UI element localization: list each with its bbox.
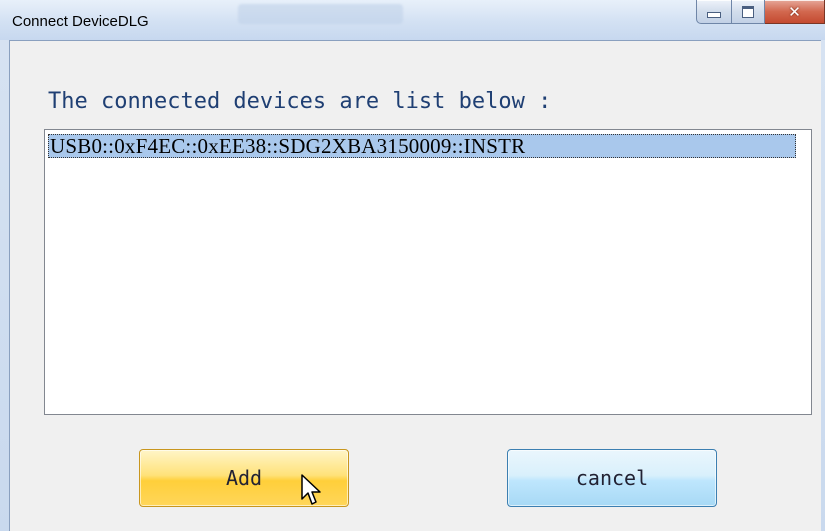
close-icon: ✕ (788, 2, 801, 21)
connect-device-dialog: Connect DeviceDLG ✕ The connected device… (0, 0, 825, 531)
close-button[interactable]: ✕ (765, 0, 825, 24)
background-window-ghost (238, 4, 403, 24)
maximize-button[interactable] (732, 0, 765, 24)
window-controls: ✕ (696, 0, 825, 28)
title-bar[interactable]: Connect DeviceDLG ✕ (0, 0, 825, 40)
devices-prompt-label: The connected devices are list below : (48, 89, 552, 114)
device-listbox[interactable]: USB0::0xF4EC::0xEE38::SDG2XBA3150009::IN… (44, 129, 812, 415)
minimize-icon (707, 11, 721, 18)
cancel-button[interactable]: cancel (507, 449, 717, 507)
dialog-body: The connected devices are list below : U… (9, 40, 821, 531)
mouse-pointer-icon (301, 474, 321, 505)
device-list-item[interactable]: USB0::0xF4EC::0xEE38::SDG2XBA3150009::IN… (48, 134, 796, 158)
window-title: Connect DeviceDLG (12, 13, 149, 30)
minimize-button[interactable] (696, 0, 732, 24)
maximize-icon (742, 5, 754, 18)
